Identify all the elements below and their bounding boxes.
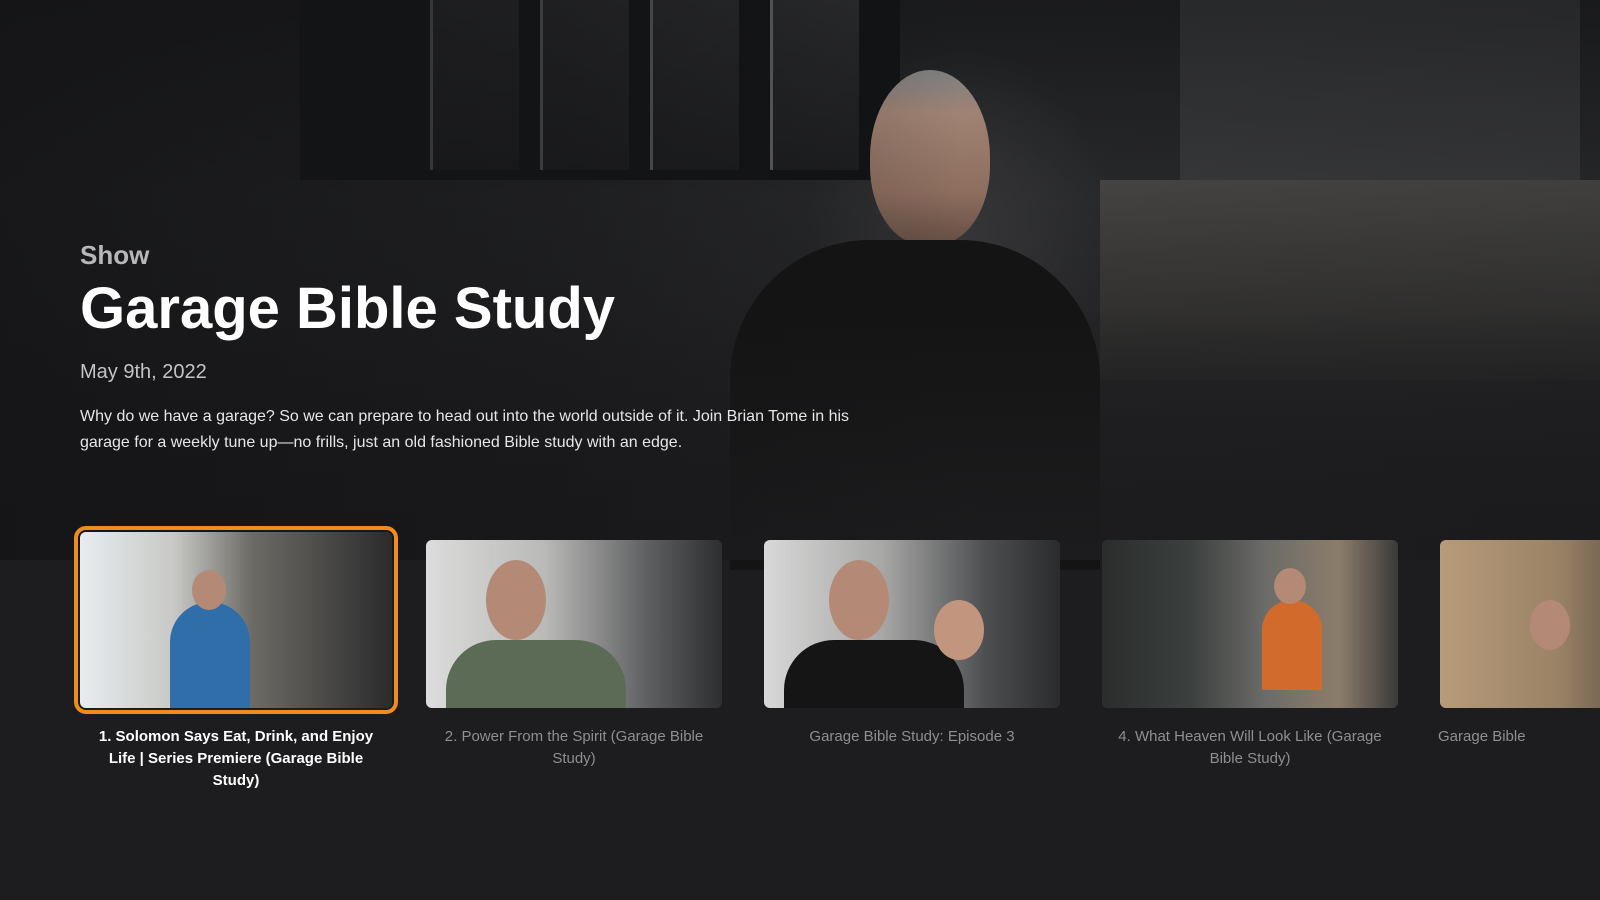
episode-title: 2. Power From the Spirit (Garage Bible S… [444,728,704,767]
episode-title: 1. Solomon Says Eat, Drink, and Enjoy Li… [98,728,374,789]
episode-thumbnail [74,526,398,714]
episode-thumbnail [764,540,1060,708]
episode-card-4[interactable]: 4. What Heaven Will Look Like (Garage Bi… [1090,528,1410,770]
show-description: Why do we have a garage? So we can prepa… [80,407,850,451]
tv-show-screen: Show Garage Bible Study May 9th, 2022 Wh… [0,0,1600,900]
episode-thumbnail [1102,540,1398,708]
episode-thumbnail [426,540,722,708]
release-date: May 9th, 2022 [80,360,207,383]
episode-title: Garage Bible Study: Episode 3 [809,728,1015,745]
show-title: Garage Bible Study [80,276,616,341]
episodes-row: 1. Solomon Says Eat, Drink, and Enjoy Li… [74,526,1600,828]
episode-title: Garage Bible [1438,728,1526,745]
episode-card-5[interactable]: Garage Bible [1428,528,1600,748]
episode-card-3[interactable]: Garage Bible Study: Episode 3 [752,528,1072,748]
show-info: Show Garage Bible Study May 9th, 2022 Wh… [80,240,920,456]
episode-thumbnail [1440,540,1600,708]
episode-title: 4. What Heaven Will Look Like (Garage Bi… [1118,728,1382,767]
content-type-label: Show [80,240,150,270]
episode-card-2[interactable]: 2. Power From the Spirit (Garage Bible S… [414,528,734,770]
episode-card-1[interactable]: 1. Solomon Says Eat, Drink, and Enjoy Li… [74,526,398,792]
